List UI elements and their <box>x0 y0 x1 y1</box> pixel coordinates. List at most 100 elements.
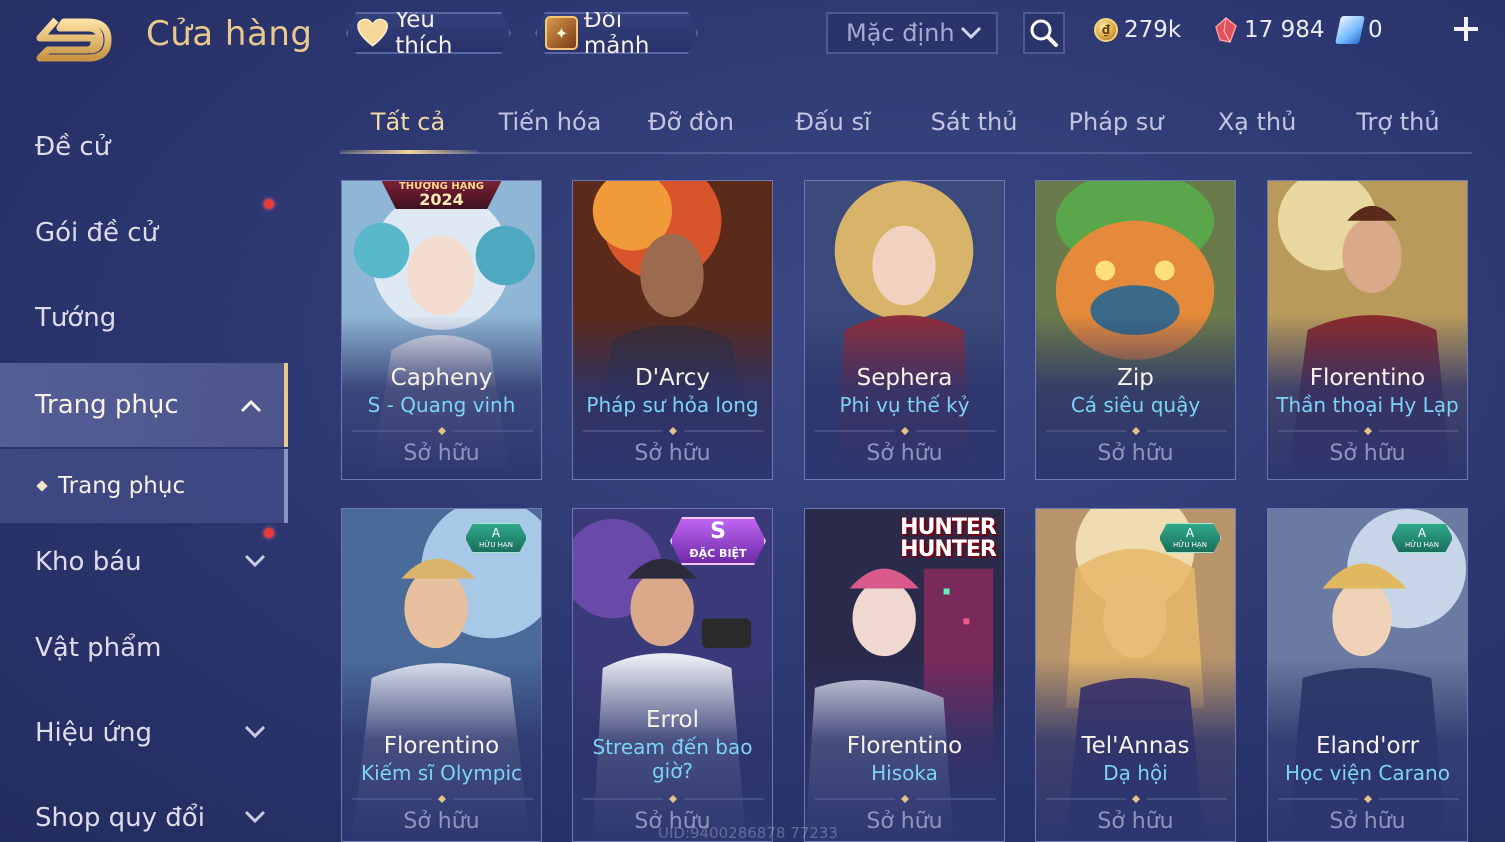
owned-status: Sở hữu <box>1097 809 1174 834</box>
gold-balance: ₫ 279k <box>1094 14 1181 46</box>
active-tab-indicator <box>340 150 478 154</box>
voucher-amount: 17 984 <box>1244 17 1325 43</box>
hero-name: Florentino <box>383 733 500 759</box>
skin-card[interactable]: D'Arcy Pháp sư hỏa long Sở hữu <box>572 180 773 480</box>
divider-ornament <box>583 795 764 803</box>
divider-ornament <box>1046 427 1227 435</box>
sidebar-item-recommended[interactable]: Đề cử <box>0 107 288 187</box>
sidebar-subitem-label: Trang phục <box>58 473 186 499</box>
divider-ornament <box>815 795 996 803</box>
sidebar-item-effects[interactable]: Hiệu ứng <box>0 693 288 773</box>
skin-grid: THƯỢNG HẠNG 2024 Capheny S - Quang vinh S… <box>341 180 1471 842</box>
search-icon <box>1030 19 1058 47</box>
sidebar-item-heroes[interactable]: Tướng <box>0 278 288 358</box>
tab-tank[interactable]: Đỡ đòn <box>623 108 759 136</box>
special-rank-badge: S ĐẶC BIỆT <box>670 517 766 565</box>
heart-icon <box>356 18 389 48</box>
plus-icon <box>1454 17 1478 41</box>
limited-rank-badge: A HỮU HẠN <box>465 523 527 553</box>
skin-name: Stream đến bao giờ? <box>592 735 753 783</box>
gold-coin-icon: ₫ <box>1094 18 1118 42</box>
tab-fighter[interactable]: Đấu sĩ <box>765 108 901 136</box>
tab-evolution[interactable]: Tiến hóa <box>482 108 618 136</box>
sidebar-item-label: Đề cử <box>35 132 111 162</box>
search-button[interactable] <box>1023 12 1065 54</box>
skin-name: Pháp sư hỏa long <box>586 393 759 417</box>
exchange-fragments-button[interactable]: ✦ Đổi mảnh <box>535 12 698 54</box>
divider-ornament <box>1046 795 1227 803</box>
limited-rank-badge: A HỮU HẠN <box>1391 523 1453 553</box>
hero-name: D'Arcy <box>635 365 710 391</box>
hero-name: Sephera <box>856 365 953 391</box>
skin-name: Thần thoại Hy Lạp <box>1276 393 1459 417</box>
skin-name: Học viện Carano <box>1285 761 1450 785</box>
skin-card[interactable]: THƯỢNG HẠNG 2024 Capheny S - Quang vinh S… <box>341 180 542 480</box>
owned-status: Sở hữu <box>1097 441 1174 466</box>
tab-assassin[interactable]: Sát thủ <box>906 108 1042 136</box>
top-bar: Cửa hàng Yêu thích ✦ Đổi mảnh Mặc định ₫… <box>0 0 1505 70</box>
hero-name: Errol <box>646 707 699 733</box>
tab-support[interactable]: Trợ thủ <box>1330 108 1466 136</box>
back-button[interactable] <box>34 14 116 62</box>
owned-status: Sở hữu <box>634 441 711 466</box>
sidebar-item-label: Shop quy đổi <box>35 803 205 833</box>
tab-mage[interactable]: Pháp sư <box>1048 108 1184 136</box>
skin-name: Dạ hội <box>1103 761 1168 785</box>
sidebar-item-label: Kho báu <box>35 547 142 577</box>
divider-ornament <box>583 427 764 435</box>
hunter-x-hunter-logo: HUNTER HUNTER <box>900 515 997 562</box>
red-gem-icon <box>1215 17 1237 43</box>
skin-card[interactable]: A HỮU HẠN Tel'Annas Dạ hội Sở hữu <box>1035 508 1236 842</box>
tab-marksman[interactable]: Xạ thủ <box>1189 108 1325 136</box>
favorites-label: Yêu thích <box>395 7 453 59</box>
tab-all[interactable]: Tất cả <box>340 108 476 136</box>
hero-name: Eland'orr <box>1315 733 1420 759</box>
sidebar-item-treasure[interactable]: Kho báu <box>0 522 288 602</box>
sidebar-item-skins[interactable]: Trang phục <box>0 363 288 447</box>
page-title: Cửa hàng <box>146 14 313 54</box>
sidebar-item-items[interactable]: Vật phẩm <box>0 608 288 688</box>
hero-name: Florentino <box>1309 365 1426 391</box>
add-currency-button[interactable] <box>1449 14 1483 48</box>
rank-badge: THƯỢNG HẠNG 2024 <box>381 181 502 209</box>
sidebar-subitem-skins[interactable]: Trang phục <box>0 449 288 523</box>
owned-status: Sở hữu <box>403 809 480 834</box>
owned-status: Sở hữu <box>1329 441 1406 466</box>
quan-huy-amount: 0 <box>1368 17 1383 43</box>
sidebar-item-label: Vật phẩm <box>35 633 162 663</box>
skin-name: Phi vụ thế kỷ <box>839 393 970 417</box>
skin-card[interactable]: A HỮU HẠN Eland'orr Học viện Carano Sở hữ… <box>1267 508 1468 842</box>
sidebar-item-label: Hiệu ứng <box>35 718 152 748</box>
skin-card[interactable]: Florentino Thần thoại Hy Lạp Sở hữu <box>1267 180 1468 480</box>
chevron-down-icon <box>244 554 266 568</box>
voucher-balance: 17 984 <box>1214 14 1324 46</box>
quan-huy-icon <box>1335 16 1365 44</box>
skin-name: Cá siêu quậy <box>1070 393 1201 417</box>
skin-name: Kiếm sĩ Olympic <box>360 761 522 785</box>
skin-card[interactable]: A HỮU HẠN Florentino Kiếm sĩ Olympic Sở h… <box>341 508 542 842</box>
skin-card[interactable]: HUNTER HUNTER Florentino Hisoka Sở hữu <box>804 508 1005 842</box>
sidebar-item-label: Trang phục <box>35 390 179 420</box>
sidebar: Đề cử Gói đề cử Tướng Trang phục Trang p… <box>0 100 288 842</box>
skin-card[interactable]: Zip Cá siêu quậy Sở hữu <box>1035 180 1236 480</box>
exchange-label: Đổi mảnh <box>583 7 650 59</box>
sidebar-item-label: Tướng <box>35 303 117 333</box>
skin-card[interactable]: S ĐẶC BIỆT Errol Stream đến bao giờ? Sở h… <box>572 508 773 842</box>
skin-card[interactable]: Sephera Phi vụ thế kỷ Sở hữu <box>804 180 1005 480</box>
owned-status: Sở hữu <box>866 441 943 466</box>
fragment-chest-icon: ✦ <box>545 16 578 50</box>
favorites-button[interactable]: Yêu thích <box>346 12 511 54</box>
sidebar-item-exchange-shop[interactable]: Shop quy đổi <box>0 778 288 842</box>
divider-ornament <box>352 795 533 803</box>
divider-ornament <box>1278 795 1459 803</box>
divider-ornament <box>352 427 533 435</box>
hero-name: Tel'Annas <box>1081 733 1190 759</box>
sidebar-item-bundles[interactable]: Gói đề cử <box>0 193 288 273</box>
hero-name: Capheny <box>390 365 493 391</box>
chevron-down-icon <box>960 26 982 40</box>
sidebar-item-label: Gói đề cử <box>35 218 159 248</box>
sort-dropdown[interactable]: Mặc định <box>826 12 998 54</box>
chevron-down-icon <box>244 810 266 824</box>
owned-status: Sở hữu <box>1329 809 1406 834</box>
role-tabs: Tất cả Tiến hóa Đỡ đòn Đấu sĩ Sát thủ Ph… <box>340 96 1472 154</box>
